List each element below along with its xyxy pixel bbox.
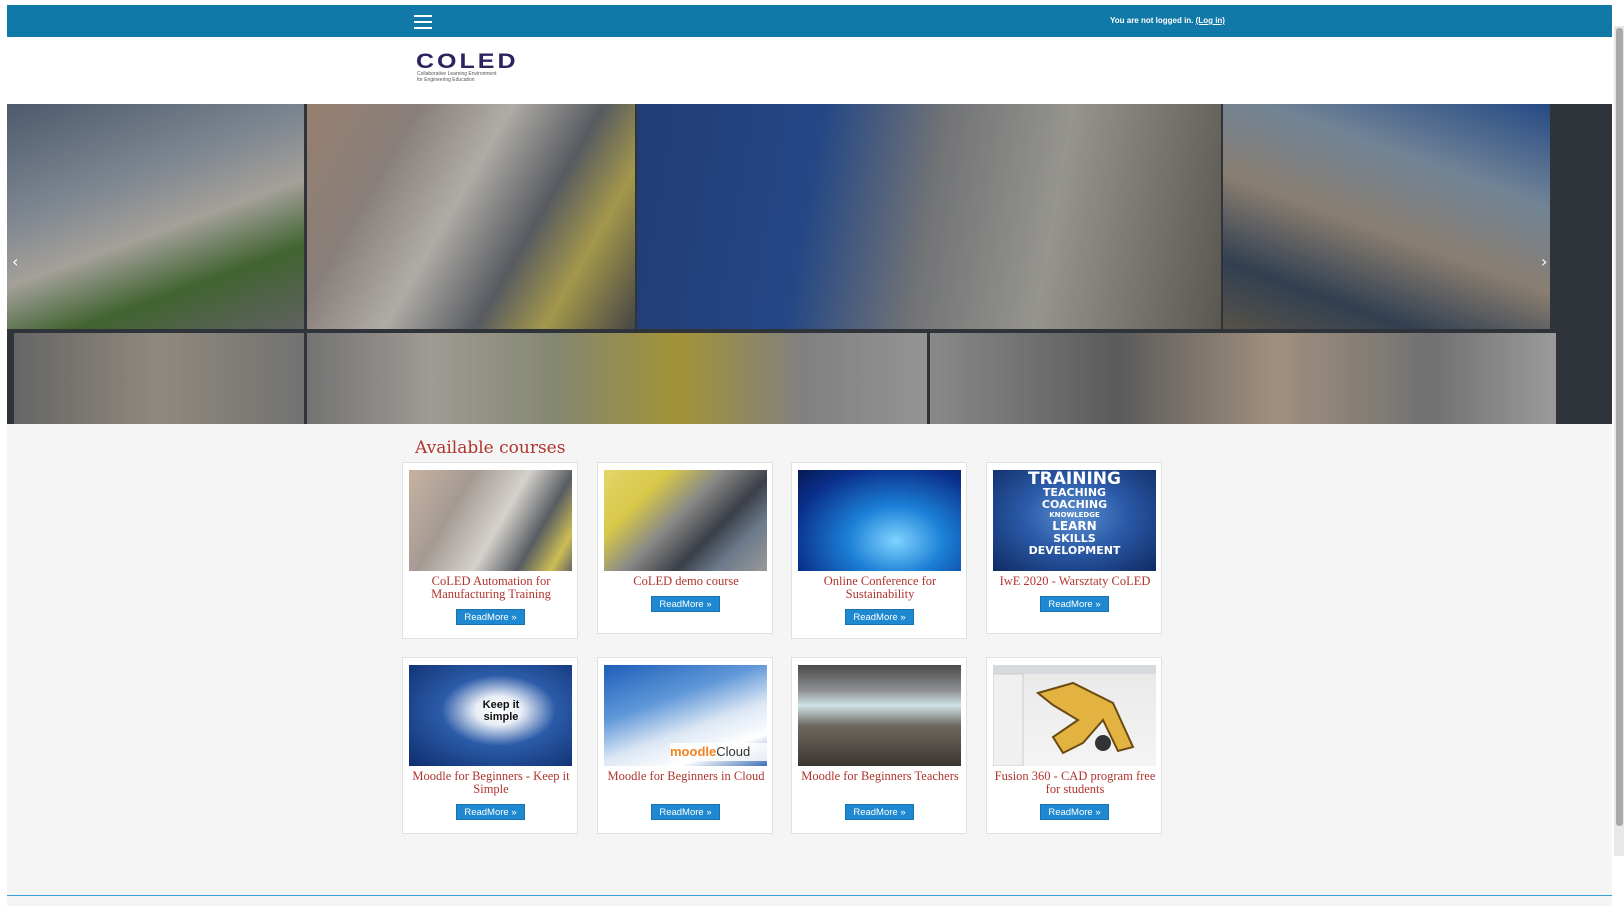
hamburger-icon[interactable] — [414, 15, 432, 29]
course-image-lab[interactable] — [409, 470, 572, 571]
course-image-devices[interactable] — [798, 470, 961, 571]
double-chevron-right-icon: » — [706, 599, 712, 610]
page-frame: You are not logged in. (Log in) COLED Co… — [7, 5, 1612, 906]
course-name[interactable]: Fusion 360 - CAD program free for studen… — [989, 770, 1161, 796]
slide-photo-workbench — [7, 104, 304, 329]
course-name[interactable]: Moodle for Beginners - Keep it Simple — [405, 770, 577, 796]
thumb-text-keep-it: Keep it — [482, 699, 520, 711]
course-card[interactable]: Keep it simple Moodle for Beginners - Ke… — [402, 657, 578, 834]
readmore-button[interactable]: ReadMore » — [651, 804, 720, 820]
login-link[interactable]: (Log in) — [1196, 16, 1225, 25]
course-image-moodlecloud[interactable]: moodleCloud — [604, 665, 767, 766]
site-header: COLED Collaborative Learning Environment… — [7, 37, 1612, 104]
slide-photo-drill — [1223, 104, 1550, 329]
course-card[interactable]: CoLED demo course ReadMore » — [597, 462, 773, 634]
double-chevron-right-icon: » — [706, 807, 712, 818]
slider-next-arrow[interactable]: › — [1541, 254, 1547, 270]
slide-photo-wiring — [307, 333, 927, 424]
login-status-text: You are not logged in. — [1110, 16, 1194, 25]
readmore-button[interactable]: ReadMore » — [845, 804, 914, 820]
course-image-training[interactable]: TRAINING TEACHING COACHING KNOWLEDGE LEA… — [993, 470, 1156, 571]
slide-photo-students-lab — [307, 104, 635, 329]
course-name[interactable]: CoLED demo course — [600, 575, 772, 588]
double-chevron-right-icon: » — [900, 807, 906, 818]
cloud-logo-text: Cloud — [716, 744, 751, 759]
course-card[interactable]: Fusion 360 - CAD program free for studen… — [986, 657, 1162, 834]
readmore-button[interactable]: ReadMore » — [845, 609, 914, 625]
course-name[interactable]: CoLED Automation for Manufacturing Train… — [405, 575, 577, 601]
image-slider: ‹ › — [7, 104, 1612, 424]
site-logo[interactable]: COLED Collaborative Learning Environment… — [416, 49, 536, 89]
slider-prev-arrow[interactable]: ‹ — [12, 254, 18, 270]
login-info: You are not logged in. (Log in) — [1110, 16, 1225, 25]
thumb-word: COACHING — [1041, 498, 1108, 511]
slide-photo-group1 — [14, 333, 304, 424]
readmore-button[interactable]: ReadMore » — [651, 596, 720, 612]
footer-divider — [7, 895, 1612, 896]
logo-subtitle: Collaborative Learning Environment for E… — [417, 71, 537, 83]
double-chevron-right-icon: » — [1095, 807, 1101, 818]
readmore-button[interactable]: ReadMore » — [456, 609, 525, 625]
course-image-machine[interactable] — [604, 470, 767, 571]
course-name[interactable]: IwE 2020 - Warsztaty CoLED — [989, 575, 1161, 588]
double-chevron-right-icon: » — [900, 612, 906, 623]
double-chevron-right-icon: » — [511, 612, 517, 623]
top-navbar: You are not logged in. (Log in) — [7, 5, 1612, 37]
thumb-word: DEVELOPMENT — [1028, 544, 1121, 557]
moodle-logo-text: moodle — [670, 744, 717, 759]
cad-model-graphic — [993, 665, 1156, 766]
slide-photo-group2 — [930, 333, 1556, 424]
course-card[interactable]: Moodle for Beginners Teachers ReadMore » — [791, 657, 967, 834]
course-card[interactable]: Online Conference for Sustainability Rea… — [791, 462, 967, 639]
readmore-button[interactable]: ReadMore » — [456, 804, 525, 820]
thumb-text-simple: simple — [483, 711, 519, 723]
course-name[interactable]: Online Conference for Sustainability — [794, 575, 966, 601]
course-card[interactable]: TRAINING TEACHING COACHING KNOWLEDGE LEA… — [986, 462, 1162, 634]
logo-subtitle-line2: for Engineering Education — [417, 77, 475, 83]
slide-photo-mechanics — [637, 104, 1221, 329]
course-image-lecture[interactable] — [798, 665, 961, 766]
course-card[interactable]: CoLED Automation for Manufacturing Train… — [402, 462, 578, 639]
course-card[interactable]: moodleCloud Moodle for Beginners in Clou… — [597, 657, 773, 834]
available-courses-heading: Available courses — [415, 438, 566, 458]
course-name[interactable]: Moodle for Beginners Teachers — [794, 770, 966, 783]
course-name[interactable]: Moodle for Beginners in Cloud — [600, 770, 772, 783]
double-chevron-right-icon: » — [511, 807, 517, 818]
scrollbar-thumb[interactable] — [1616, 28, 1623, 826]
readmore-button[interactable]: ReadMore » — [1040, 596, 1109, 612]
course-image-keep-it-simple[interactable]: Keep it simple — [409, 665, 572, 766]
thumb-word: TRAINING — [1028, 470, 1121, 489]
readmore-button[interactable]: ReadMore » — [1040, 804, 1109, 820]
double-chevron-right-icon: » — [1095, 599, 1101, 610]
course-image-cad[interactable] — [993, 665, 1156, 766]
